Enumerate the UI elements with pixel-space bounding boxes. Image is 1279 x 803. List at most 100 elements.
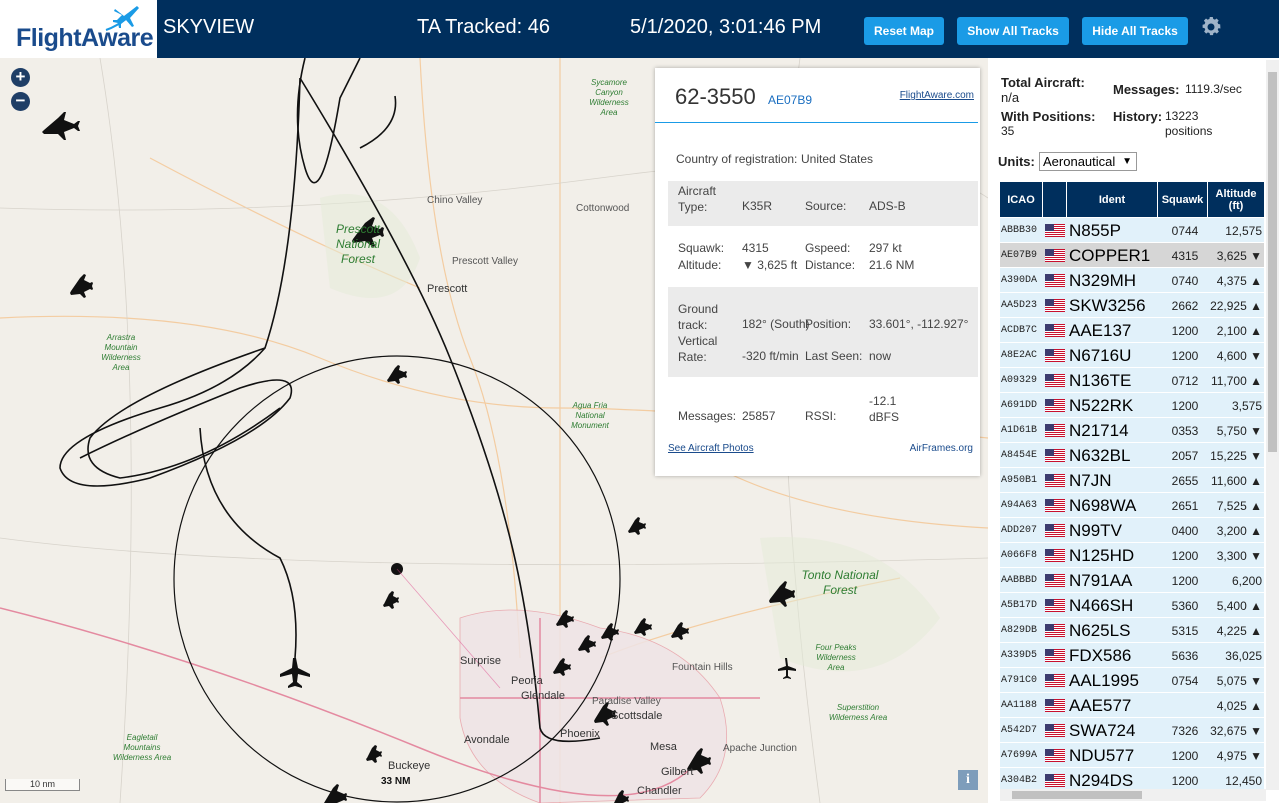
scrollbar-thumb[interactable] [1268, 72, 1277, 452]
row-altitude: 4,375 ▲ [1216, 274, 1262, 288]
us-flag-icon [1045, 549, 1065, 562]
table-row[interactable]: AABBBD N791AA 1200 6,200 [1000, 568, 1264, 593]
hscrollbar-thumb[interactable] [1012, 791, 1142, 799]
altitude-value: ▼ 3,625 ft [742, 258, 798, 272]
row-altitude: 4,025 ▲ [1216, 699, 1262, 713]
map-label-mesa: Mesa [650, 741, 677, 753]
row-altitude: 11,700 ▲ [1210, 374, 1262, 388]
map-label-gilbert: Gilbert [661, 766, 694, 778]
gear-icon[interactable] [1199, 15, 1223, 39]
row-icao: A791C0 [1001, 675, 1038, 686]
vertical-scrollbar[interactable] [1266, 60, 1279, 790]
table-row[interactable]: A5B17D N466SH 5360 5,400 ▲ [1000, 593, 1264, 618]
table-row[interactable]: A8E2AC N6716U 1200 4,600 ▼ [1000, 343, 1264, 368]
hide-all-tracks-button[interactable]: Hide All Tracks [1082, 17, 1188, 45]
show-all-tracks-button[interactable]: Show All Tracks [957, 17, 1069, 45]
table-row[interactable]: ABBB30 N855P 0744 12,575 [1000, 218, 1264, 243]
table-row[interactable]: AA5D23 SKW3256 2662 22,925 ▲ [1000, 293, 1264, 318]
table-row[interactable]: A542D7 SWA724 7326 32,675 ▼ [1000, 718, 1264, 743]
map-label-glendale: Glendale [521, 690, 566, 702]
table-row[interactable]: A066F8 N125HD 1200 3,300 ▼ [1000, 543, 1264, 568]
row-altitude: 3,200 ▲ [1216, 524, 1262, 538]
row-icao: A339D5 [1001, 650, 1038, 661]
row-icao: A1D61B [1001, 425, 1038, 436]
row-ident: N136TE [1069, 371, 1132, 390]
units-label: Units: [998, 154, 1035, 169]
history-value: 13223 positions [1165, 109, 1213, 138]
aircraft-photos-link[interactable]: See Aircraft Photos [668, 443, 754, 454]
table-row[interactable]: A829DB N625LS 5315 4,225 ▲ [1000, 618, 1264, 643]
table-row[interactable]: A691DD N522RK 1200 3,575 [1000, 393, 1264, 418]
table-row[interactable]: ACDB7C AAE137 1200 2,100 ▲ [1000, 318, 1264, 343]
table-row[interactable]: A1D61B N21714 0353 5,750 ▼ [1000, 418, 1264, 443]
flightaware-logo[interactable]: FlightAware [0, 0, 157, 58]
messages-rate-value: 1119.3/sec [1185, 82, 1242, 96]
row-squawk: 0400 [1171, 524, 1199, 538]
column-header-icao[interactable]: ICAO [1000, 182, 1043, 217]
type-label: Aircraft Type: [678, 184, 717, 214]
us-flag-icon [1045, 599, 1065, 612]
row-altitude: 3,625 ▼ [1216, 249, 1262, 263]
row-icao: A09329 [1001, 375, 1038, 386]
squawk-value: 4315 [742, 241, 769, 255]
row-icao: A5B17D [1001, 600, 1038, 611]
map-label-chandler: Chandler [637, 785, 682, 797]
row-squawk: 1200 [1171, 349, 1199, 363]
zoom-in-button[interactable]: + [11, 68, 30, 87]
zoom-out-button[interactable]: − [11, 92, 30, 111]
map-label-agua-fria: Agua Fria National Monument [571, 401, 609, 430]
row-squawk: 5636 [1171, 649, 1199, 663]
map-scale-bar: 10 nm [5, 779, 80, 791]
units-select[interactable]: Aeronautical ▼ [1039, 152, 1137, 171]
row-squawk: 7326 [1171, 724, 1199, 738]
map-label-tonto-nf: Tonto National Forest [801, 568, 879, 597]
flightaware-link[interactable]: FlightAware.com [900, 90, 974, 101]
us-flag-icon [1045, 374, 1065, 387]
column-header-ident[interactable]: Ident [1067, 182, 1158, 217]
row-ident: SWA724 [1069, 721, 1136, 740]
reset-map-button[interactable]: Reset Map [864, 17, 944, 45]
us-flag-icon [1045, 249, 1065, 262]
row-icao: A390DA [1001, 275, 1038, 286]
us-flag-icon [1045, 424, 1065, 437]
row-altitude: 15,225 ▼ [1210, 449, 1262, 463]
range-ring-label: 33 NM [381, 776, 411, 787]
table-row[interactable]: A950B1 N7JN 2655 11,600 ▲ [1000, 468, 1264, 493]
row-squawk: 1200 [1171, 549, 1199, 563]
horizontal-scrollbar[interactable] [1000, 789, 1266, 801]
header-bar: FlightAware SKYVIEW TA Tracked: 46 5/1/2… [0, 0, 1279, 58]
us-flag-icon [1045, 349, 1065, 362]
airframes-link[interactable]: AirFrames.org [910, 443, 973, 454]
table-row[interactable]: A94A63 N698WA 2651 7,525 ▲ [1000, 493, 1264, 518]
map-label-arrastra: Arrastra Mountain Wilderness Area [101, 333, 141, 372]
table-row[interactable]: A09329 N136TE 0712 11,700 ▲ [1000, 368, 1264, 393]
row-altitude: 4,225 ▲ [1216, 624, 1262, 638]
table-row[interactable]: A339D5 FDX586 5636 36,025 [1000, 643, 1264, 668]
vrate-label: Vertical Rate: [678, 334, 718, 364]
table-row[interactable]: AA1188 AAE577 4,025 ▲ [1000, 693, 1264, 718]
row-ident: AAE137 [1069, 321, 1132, 340]
table-row[interactable]: A390DA N329MH 0740 4,375 ▲ [1000, 268, 1264, 293]
us-flag-icon [1045, 474, 1065, 487]
us-flag-icon [1045, 324, 1065, 337]
row-ident: AAL1995 [1069, 671, 1139, 690]
row-squawk: 0353 [1171, 424, 1199, 438]
gspeed-value: 297 kt [869, 241, 902, 255]
map-label-prescott-valley: Prescott Valley [452, 256, 518, 267]
map-info-button[interactable]: i [958, 770, 978, 790]
column-header-altitude[interactable]: Altitude (ft) [1208, 182, 1264, 217]
table-row[interactable]: A8454E N632BL 2057 15,225 ▼ [1000, 443, 1264, 468]
row-altitude: 3,575 [1231, 399, 1262, 413]
table-row[interactable]: ADD207 N99TV 0400 3,200 ▲ [1000, 518, 1264, 543]
row-ident: SKW3256 [1069, 296, 1146, 315]
table-row[interactable]: A791C0 AAL1995 0754 5,075 ▼ [1000, 668, 1264, 693]
table-row[interactable]: A7699A NDU577 1200 4,975 ▼ [1000, 743, 1264, 768]
vrate-value: -320 ft/min [742, 349, 799, 363]
table-row[interactable]: AE07B9 COPPER1 4315 3,625 ▼ [1000, 243, 1264, 268]
sidebar-panel: Total Aircraft: n/a Messages: 1119.3/sec… [988, 58, 1279, 803]
column-header-squawk[interactable]: Squawk [1158, 182, 1208, 217]
row-squawk: 0744 [1171, 224, 1199, 238]
clock: 5/1/2020, 3:01:46 PM [630, 16, 822, 38]
row-ident: N125HD [1069, 546, 1135, 565]
map-label-fountain-hills: Fountain Hills [672, 662, 733, 673]
